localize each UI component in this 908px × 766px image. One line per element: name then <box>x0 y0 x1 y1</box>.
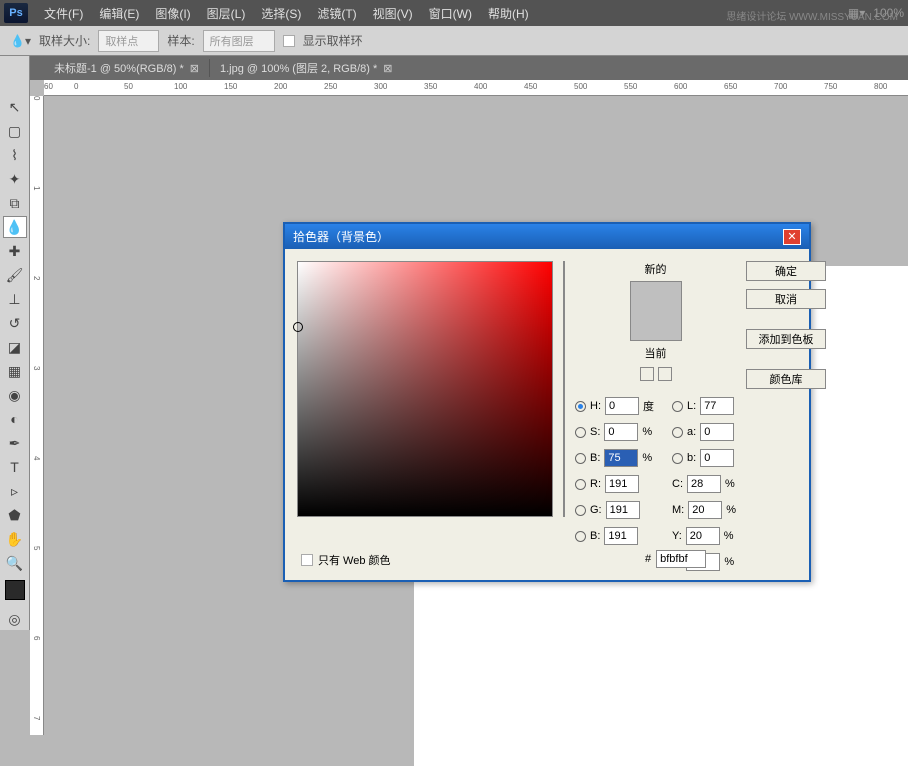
menu-edit[interactable]: 编辑(E) <box>91 1 147 26</box>
radio-l[interactable] <box>672 401 683 412</box>
menu-file[interactable]: 文件(F) <box>36 1 91 26</box>
radio-a[interactable] <box>672 427 683 438</box>
pen-tool[interactable]: ✒ <box>3 432 27 454</box>
add-swatch-button[interactable]: 添加到色板 <box>746 329 826 349</box>
input-b-hsb[interactable] <box>604 449 638 467</box>
saturation-value-picker[interactable] <box>297 261 553 517</box>
radio-h[interactable] <box>575 401 586 412</box>
ps-logo: Ps <box>4 3 28 23</box>
input-r[interactable] <box>605 475 639 493</box>
show-ring-label: 显示取样环 <box>303 32 363 49</box>
shape-tool[interactable]: ⬟ <box>3 504 27 526</box>
hand-tool[interactable]: ✋ <box>3 528 27 550</box>
document-tabs: 未标题-1 @ 50%(RGB/8) *⊠ 1.jpg @ 100% (图层 2… <box>0 56 908 80</box>
eyedropper-tool-icon: 💧▾ <box>10 34 31 48</box>
ruler-horizontal: 60 0 50 100 150 200 250 300 350 400 450 … <box>44 80 908 96</box>
menu-help[interactable]: 帮助(H) <box>480 1 537 26</box>
sv-cursor <box>293 322 303 332</box>
websafe-icon[interactable] <box>658 367 672 381</box>
menu-filter[interactable]: 滤镜(T) <box>309 1 364 26</box>
current-color-label: 当前 <box>645 345 667 361</box>
blur-tool[interactable]: ◉ <box>3 384 27 406</box>
cancel-button[interactable]: 取消 <box>746 289 826 309</box>
history-brush-tool[interactable]: ↺ <box>3 312 27 334</box>
close-icon[interactable]: ⊠ <box>190 62 199 75</box>
show-ring-checkbox[interactable] <box>283 35 295 47</box>
lasso-tool[interactable]: ⌇ <box>3 144 27 166</box>
color-preview <box>630 281 682 341</box>
sample-size-label: 取样大小: <box>39 32 90 49</box>
input-s[interactable] <box>604 423 638 441</box>
dialog-titlebar[interactable]: 拾色器（背景色） ✕ <box>285 224 809 249</box>
options-bar: 💧▾ 取样大小: 取样点 样本: 所有图层 显示取样环 <box>0 26 908 56</box>
text-tool[interactable]: T <box>3 456 27 478</box>
input-y[interactable] <box>686 527 720 545</box>
stamp-tool[interactable]: ⊥ <box>3 288 27 310</box>
input-m[interactable] <box>688 501 722 519</box>
input-a[interactable] <box>700 423 734 441</box>
move-tool[interactable]: ↖ <box>3 96 27 118</box>
quickmask-toggle[interactable]: ◎ <box>3 608 27 630</box>
path-tool[interactable]: ▹ <box>3 480 27 502</box>
input-g[interactable] <box>606 501 640 519</box>
eraser-tool[interactable]: ◪ <box>3 336 27 358</box>
sample-size-select[interactable]: 取样点 <box>98 30 159 52</box>
input-h[interactable] <box>605 397 639 415</box>
foreground-color[interactable] <box>5 580 25 600</box>
ruler-vertical: 0 1 2 3 4 5 6 7 <box>30 96 44 735</box>
color-picker-dialog: 拾色器（背景色） ✕ 新的 当前 <box>283 222 811 582</box>
gradient-tool[interactable]: ▦ <box>3 360 27 382</box>
radio-r[interactable] <box>575 479 586 490</box>
sample-label: 样本: <box>167 32 194 49</box>
dodge-tool[interactable]: ◐ <box>3 408 27 430</box>
menu-image[interactable]: 图像(I) <box>147 1 198 26</box>
input-b-lab[interactable] <box>700 449 734 467</box>
new-color-label: 新的 <box>645 261 667 277</box>
hue-slider[interactable] <box>563 261 565 517</box>
radio-g[interactable] <box>575 505 586 516</box>
zoom-tool[interactable]: 🔍 <box>3 552 27 574</box>
close-icon[interactable]: ⊠ <box>383 62 392 75</box>
watermark: 思绪设计论坛 WWW.MISSYUAN.COM <box>726 8 898 23</box>
heal-tool[interactable]: ✚ <box>3 240 27 262</box>
color-lib-button[interactable]: 颜色库 <box>746 369 826 389</box>
sample-select[interactable]: 所有图层 <box>203 30 275 52</box>
radio-b-lab[interactable] <box>672 453 683 464</box>
tab-doc1[interactable]: 未标题-1 @ 50%(RGB/8) *⊠ <box>44 56 209 80</box>
brush-tool[interactable]: 🖌 <box>3 264 27 286</box>
input-l[interactable] <box>700 397 734 415</box>
marquee-tool[interactable]: ▢ <box>3 120 27 142</box>
menu-layer[interactable]: 图层(L) <box>199 1 254 26</box>
close-button[interactable]: ✕ <box>783 229 801 245</box>
ok-button[interactable]: 确定 <box>746 261 826 281</box>
hex-input[interactable] <box>656 550 706 568</box>
radio-s[interactable] <box>575 427 586 438</box>
crop-tool[interactable]: ⧉ <box>3 192 27 214</box>
dialog-title: 拾色器（背景色） <box>293 228 389 245</box>
menu-select[interactable]: 选择(S) <box>253 1 309 26</box>
hex-label: # <box>645 553 651 565</box>
input-b-rgb[interactable] <box>604 527 638 545</box>
gamut-warning-icon[interactable] <box>640 367 654 381</box>
wand-tool[interactable]: ✦ <box>3 168 27 190</box>
menu-view[interactable]: 视图(V) <box>365 1 421 26</box>
tab-doc2[interactable]: 1.jpg @ 100% (图层 2, RGB/8) *⊠ <box>210 56 403 80</box>
radio-b-rgb[interactable] <box>575 531 586 542</box>
web-only-label: 只有 Web 颜色 <box>318 552 391 568</box>
toolbox: ↖ ▢ ⌇ ✦ ⧉ 💧 ✚ 🖌 ⊥ ↺ ◪ ▦ ◉ ◐ ✒ T ▹ ⬟ ✋ 🔍 … <box>0 56 30 630</box>
web-only-checkbox[interactable] <box>301 554 313 566</box>
input-c[interactable] <box>687 475 721 493</box>
menu-window[interactable]: 窗口(W) <box>421 1 480 26</box>
radio-b[interactable] <box>575 453 586 464</box>
eyedropper-tool[interactable]: 💧 <box>3 216 27 238</box>
